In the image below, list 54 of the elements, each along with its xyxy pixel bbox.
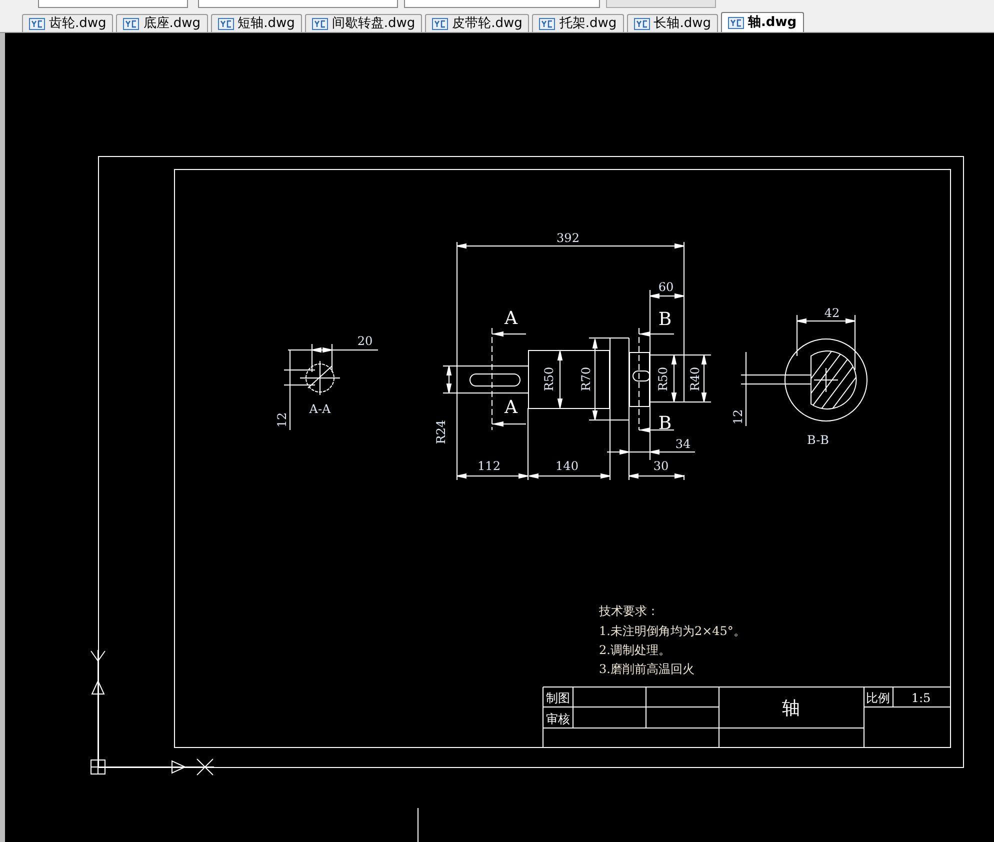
section-label: B — [658, 309, 672, 330]
dimension-text: 392 — [556, 231, 580, 245]
file-icon — [312, 18, 328, 30]
dimension-line — [701, 354, 707, 402]
dimension-line — [796, 318, 856, 324]
file-icon — [634, 18, 650, 30]
note-text: 3.磨削前高温回火 — [599, 662, 694, 676]
title-block-label: 比例 — [866, 691, 890, 705]
file-tab[interactable]: 底座.dwg — [116, 14, 208, 32]
title-block-label: 审核 — [546, 712, 570, 726]
dimension-text: R50 — [542, 366, 556, 392]
title-block-label: 制图 — [546, 691, 570, 705]
dimension-text: 12 — [275, 412, 289, 428]
section-label: B — [658, 413, 672, 434]
dimension-line — [446, 366, 452, 394]
dimension-text: 30 — [653, 459, 669, 473]
file-icon — [29, 18, 45, 30]
file-tab[interactable]: 间歇转盘.dwg — [304, 14, 422, 32]
file-tab[interactable]: 托架.dwg — [532, 14, 624, 32]
dimension-text: R24 — [434, 420, 448, 444]
file-tab[interactable]: 皮带轮.dwg — [425, 14, 530, 32]
dimension-text: 42 — [824, 306, 840, 320]
note-text: 1.未注明倒角均为2×45°。 — [599, 624, 746, 638]
file-icon — [218, 18, 234, 30]
file-icon — [539, 18, 556, 30]
section-label: A — [504, 397, 518, 418]
file-tab[interactable]: 长轴.dwg — [626, 14, 718, 32]
dimension-text: R70 — [579, 366, 593, 392]
dimension-text: R50 — [656, 366, 670, 392]
ucs-icon — [90, 650, 214, 776]
dimension-line — [650, 293, 684, 299]
dimension-text: 60 — [658, 280, 674, 294]
dimension-text: R40 — [688, 366, 702, 392]
notes-title: 技术要求： — [599, 604, 659, 618]
part-name: 轴 — [782, 698, 800, 719]
dimension-text: 34 — [675, 437, 691, 451]
scale-value: 1:5 — [911, 691, 931, 705]
file-tab[interactable]: 齿轮.dwg — [22, 14, 114, 32]
view-label: A-A — [309, 402, 331, 416]
file-icon — [123, 18, 140, 30]
dimension-text: 112 — [478, 459, 500, 473]
file-tab[interactable]: 短轴.dwg — [210, 14, 302, 32]
section-label: A — [504, 308, 518, 329]
dimension-text: 20 — [357, 334, 373, 348]
view-label: B-B — [807, 433, 829, 447]
dimension-line — [628, 473, 684, 479]
dimension-line — [671, 354, 677, 402]
dimension-text: 140 — [556, 459, 578, 473]
dimension-text: 12 — [731, 409, 745, 425]
note-text: 2.调制处理。 — [599, 643, 670, 657]
dimension-line — [557, 350, 563, 408]
file-icon — [432, 18, 448, 30]
file-icon — [728, 16, 744, 28]
file-tab[interactable]: 轴.dwg — [720, 12, 804, 32]
